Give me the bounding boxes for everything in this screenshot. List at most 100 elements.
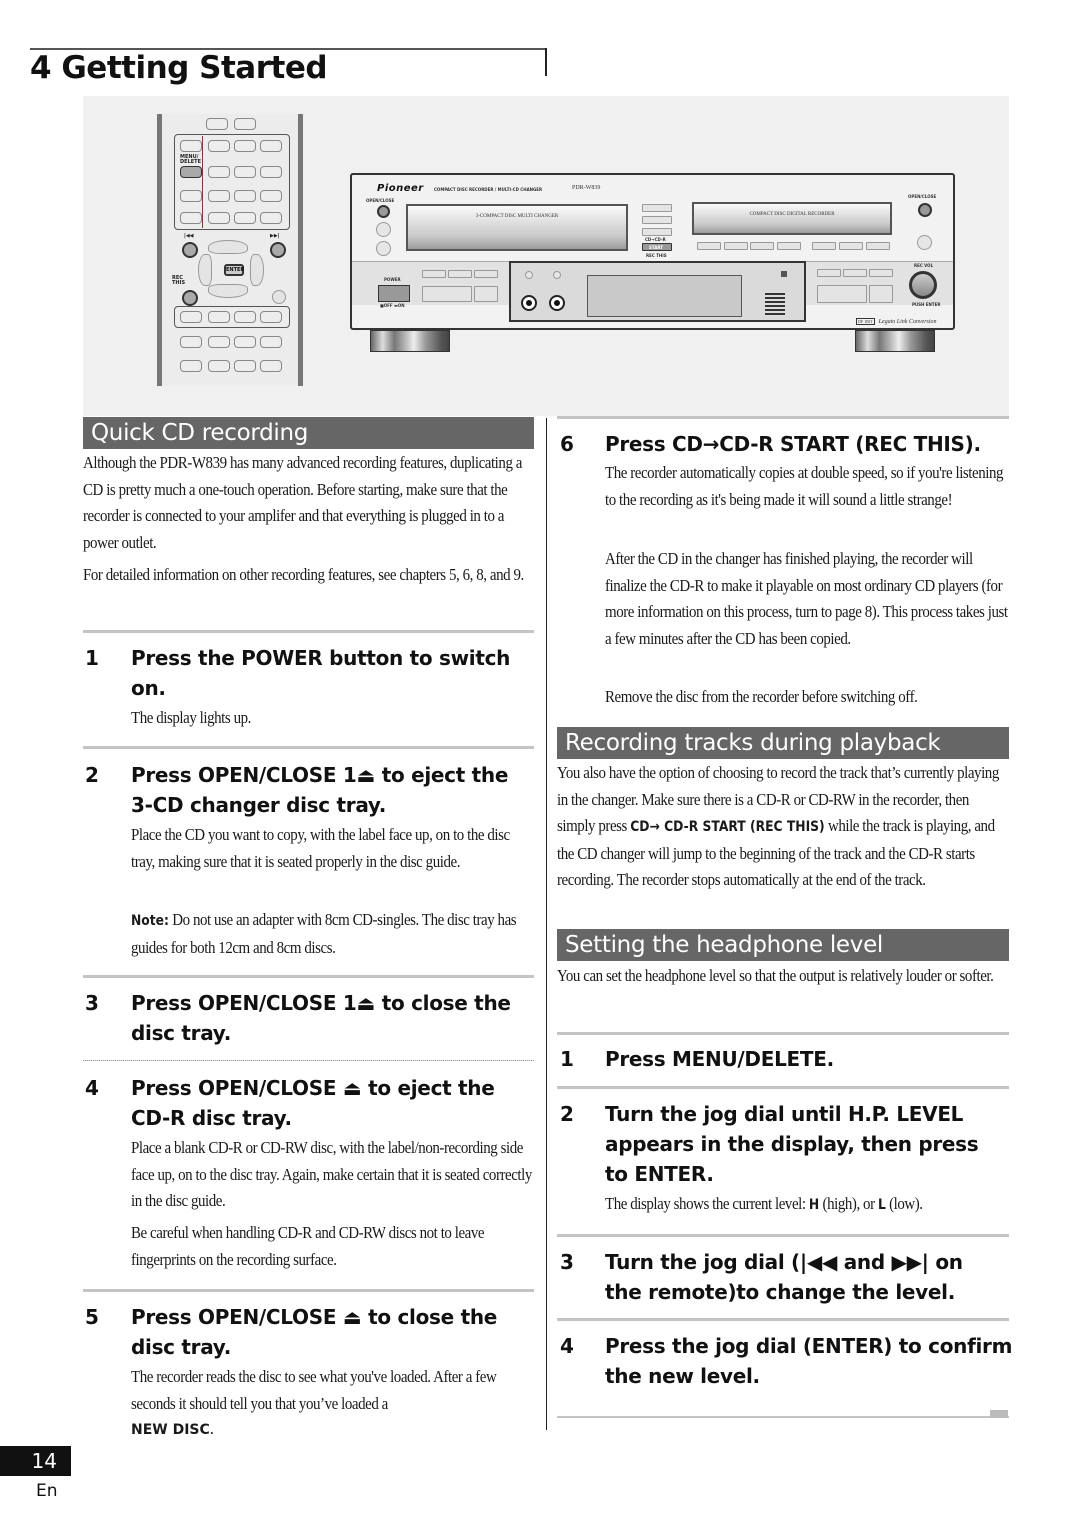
chapter-title: 4 Getting Started bbox=[30, 50, 328, 86]
legato-badge: DF 1BIT bbox=[856, 318, 875, 325]
remote-button bbox=[180, 311, 202, 323]
indicator-light bbox=[525, 271, 533, 279]
step-number: 4 bbox=[560, 1334, 574, 1358]
step-number: 6 bbox=[560, 432, 574, 456]
recorder-button bbox=[869, 285, 893, 303]
section-title-headphone-level: Setting the headphone level bbox=[557, 929, 1009, 961]
cd-recorder-illustration: Pioneer COMPACT DISC RECORDER / MULTI-CD… bbox=[350, 173, 955, 330]
step-title: Press the POWER button to switch on. bbox=[131, 646, 511, 700]
remote-button bbox=[180, 360, 202, 372]
recorder-button bbox=[448, 270, 472, 278]
rec-this-label: REC THIS bbox=[172, 275, 186, 286]
remote-button bbox=[234, 166, 256, 178]
remote-button bbox=[234, 360, 256, 372]
remote-button bbox=[208, 190, 230, 202]
column-divider bbox=[546, 418, 547, 1430]
step-divider bbox=[83, 1289, 534, 1292]
step-title: Press OPEN/CLOSE 1⏏ to eject the 3-CD ch… bbox=[131, 763, 509, 817]
start-label: START bbox=[649, 245, 664, 250]
remote-button bbox=[260, 166, 282, 178]
dpad-left bbox=[198, 254, 212, 286]
remote-button bbox=[206, 118, 228, 130]
step-number: 2 bbox=[560, 1102, 574, 1126]
recorder-button bbox=[697, 242, 721, 250]
rec-vol-label: REC VOL bbox=[914, 263, 934, 268]
step-number: 3 bbox=[85, 991, 99, 1015]
legato-link-label: DF 1BIT Legato Link Conversion bbox=[856, 318, 937, 325]
recorder-button bbox=[917, 235, 932, 250]
recorder-button bbox=[642, 228, 672, 236]
legato-text: Legato Link Conversion bbox=[878, 319, 937, 325]
remote-button bbox=[234, 140, 256, 152]
recorder-button bbox=[817, 285, 867, 303]
header-tick bbox=[545, 48, 547, 76]
recorder-button bbox=[817, 269, 841, 277]
remote-button bbox=[180, 190, 202, 202]
section-title-recording-tracks: Recording tracks during playback bbox=[557, 727, 1009, 759]
display-message: NEW DISC. bbox=[131, 1416, 331, 1444]
remote-divider bbox=[202, 136, 203, 228]
remote-button bbox=[260, 190, 282, 202]
headphone-jack-icon bbox=[521, 295, 537, 311]
mic-jack-icon bbox=[549, 295, 565, 311]
model-number: PDR-W839 bbox=[572, 185, 601, 191]
step-divider bbox=[83, 630, 534, 633]
step-body: Place the CD you want to copy, with the … bbox=[131, 825, 510, 871]
changer-tray-label: 3-COMPACT DISC MULTI CHANGER bbox=[475, 214, 559, 219]
section-end-mark bbox=[990, 1410, 1008, 1418]
remote-button bbox=[260, 212, 282, 224]
recorder-foot-right bbox=[855, 330, 935, 352]
dpad-right bbox=[250, 254, 264, 286]
indicator-light bbox=[553, 271, 561, 279]
step-divider bbox=[83, 746, 534, 749]
recorder-button bbox=[642, 204, 672, 212]
step-body: After the CD in the changer has finished… bbox=[605, 549, 1008, 648]
headphone-intro: You can set the headphone level so that … bbox=[557, 966, 994, 985]
recorder-button bbox=[777, 242, 801, 250]
step-number: 2 bbox=[85, 763, 99, 787]
note-text: Do not use an adapter with 8cm CD-single… bbox=[131, 910, 517, 957]
remote-button bbox=[208, 166, 230, 178]
next-track-label: ▶▶| bbox=[270, 233, 280, 239]
remote-button bbox=[234, 190, 256, 202]
step-title: Press MENU/DELETE. bbox=[605, 1047, 834, 1071]
intro-paragraph: Although the PDR-W839 has many advanced … bbox=[83, 453, 522, 552]
display-window bbox=[587, 275, 742, 317]
step-title: Press CD→CD-R START (REC THIS). bbox=[605, 432, 981, 456]
remote-button bbox=[208, 212, 230, 224]
display-panel bbox=[509, 261, 806, 322]
cd-to-cdr-start-button: START bbox=[642, 243, 672, 251]
body-text: (low). bbox=[885, 1194, 923, 1213]
step-body: The recorder reads the disc to see what … bbox=[131, 1367, 497, 1413]
remote-button bbox=[208, 336, 230, 348]
open-close-recorder-button bbox=[918, 203, 932, 217]
section-end-rule bbox=[557, 1416, 1009, 1418]
step-body: Be careful when handling CD-R and CD-RW … bbox=[131, 1223, 485, 1269]
rec-vol-knob bbox=[909, 271, 937, 299]
rec-this-label: REC THIS bbox=[646, 253, 667, 258]
remote-button bbox=[234, 336, 256, 348]
recorder-button bbox=[642, 216, 672, 224]
step-title: Turn the jog dial until H.P. LEVEL appea… bbox=[605, 1102, 979, 1186]
remote-button bbox=[208, 140, 230, 152]
step-divider bbox=[557, 1234, 1009, 1237]
remote-button bbox=[234, 118, 256, 130]
menu-delete-label: MENU/ DELETE bbox=[180, 154, 201, 165]
note-label: Note: bbox=[131, 913, 169, 929]
step-number: 3 bbox=[560, 1250, 574, 1274]
remote-button bbox=[180, 336, 202, 348]
remote-button bbox=[234, 212, 256, 224]
remote-button bbox=[208, 360, 230, 372]
recorder-button bbox=[869, 269, 893, 277]
language-label: En bbox=[36, 1481, 58, 1501]
remote-button bbox=[260, 311, 282, 323]
open-close-changer-button bbox=[377, 205, 390, 218]
step-divider bbox=[557, 1318, 1009, 1321]
power-button bbox=[378, 285, 410, 302]
prev-track-label: |◀◀ bbox=[184, 233, 194, 239]
recorder-button bbox=[724, 242, 748, 250]
step-number: 5 bbox=[85, 1305, 99, 1329]
step-number: 4 bbox=[85, 1076, 99, 1100]
changer-tray: 3-COMPACT DISC MULTI CHANGER bbox=[406, 204, 628, 251]
step-title: Press OPEN/CLOSE ⏏ to close the disc tra… bbox=[131, 1305, 498, 1359]
